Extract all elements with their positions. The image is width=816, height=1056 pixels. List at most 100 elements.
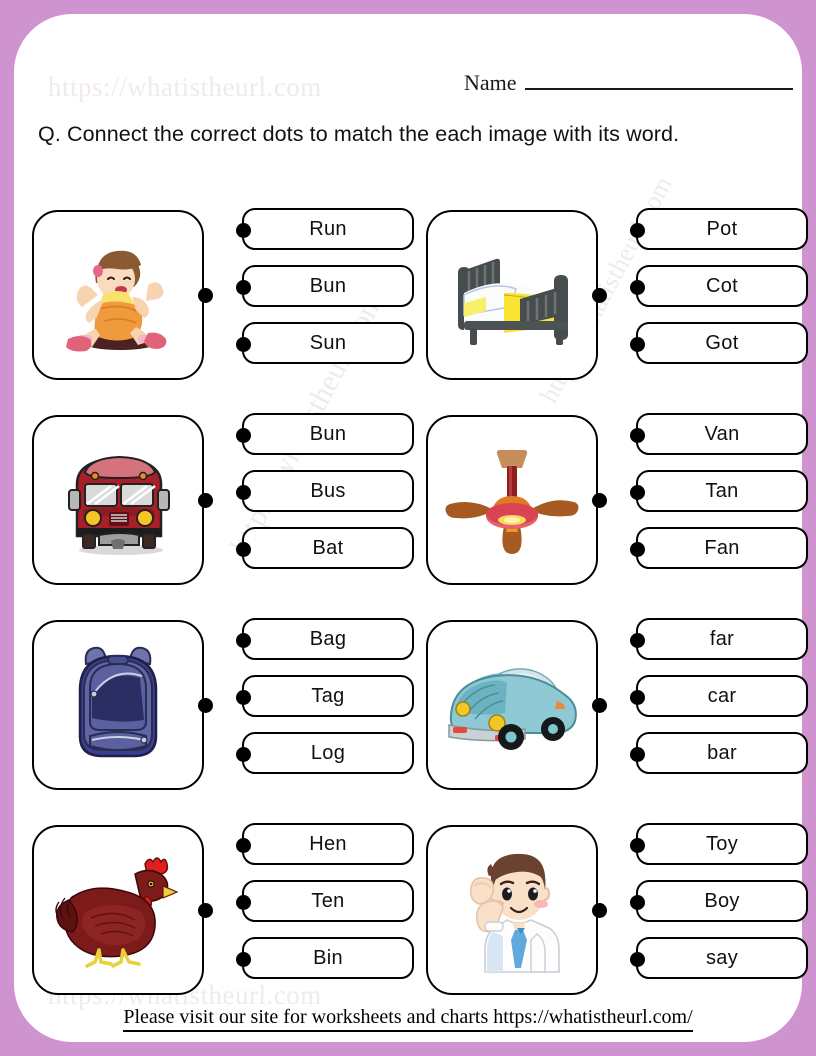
picture-card-girl-running[interactable] (32, 210, 204, 380)
instruction-text: Q. Connect the correct dots to match the… (38, 122, 680, 146)
word-options: Bun Bus Bat (236, 413, 418, 584)
connect-dot-word[interactable] (236, 690, 251, 705)
word-option[interactable]: Van (630, 413, 808, 455)
question-item: Van Tan Fan (426, 413, 816, 595)
connect-dot-word[interactable] (630, 690, 645, 705)
worksheet-header: Name (14, 64, 802, 116)
connect-dot-word[interactable] (236, 747, 251, 762)
word-label: Boy (704, 889, 740, 912)
connect-dot-word[interactable] (236, 223, 251, 238)
question-row: Run Bun Sun Pot Cot Got (14, 208, 808, 415)
connect-dot-word[interactable] (236, 337, 251, 352)
picture-card-bus[interactable] (32, 415, 204, 585)
word-label: Fan (704, 536, 740, 559)
word-option[interactable]: Bun (236, 413, 414, 455)
question-row: Bun Bus Bat Van Tan Fan (14, 413, 808, 620)
word-option[interactable]: Bun (236, 265, 414, 307)
picture-card-ceiling-fan[interactable] (426, 415, 598, 585)
word-option[interactable]: Got (630, 322, 808, 364)
name-field-group: Name (464, 70, 793, 96)
girl-running-illustration (66, 250, 167, 352)
name-input-line[interactable] (524, 73, 793, 90)
connect-dot-word[interactable] (630, 747, 645, 762)
question-row: Hen Ten Bin Toy Boy say (14, 823, 808, 1030)
picture-card-boy[interactable] (426, 825, 598, 995)
word-option[interactable]: car (630, 675, 808, 717)
boy-illustration (469, 853, 560, 973)
connect-dot-image[interactable] (198, 288, 213, 303)
footer-link-text[interactable]: Please visit our site for worksheets and… (123, 1006, 693, 1032)
word-option[interactable]: Ten (236, 880, 414, 922)
word-label: Log (310, 741, 346, 764)
word-label: Bus (310, 479, 346, 502)
word-option[interactable]: Boy (630, 880, 808, 922)
connect-dot-word[interactable] (630, 223, 645, 238)
connect-dot-word[interactable] (630, 485, 645, 500)
word-label: Toy (705, 832, 739, 855)
word-label: Sun (309, 331, 347, 354)
connect-dot-word[interactable] (630, 633, 645, 648)
word-option[interactable]: Toy (630, 823, 808, 865)
picture-card-bed[interactable] (426, 210, 598, 380)
connect-dot-word[interactable] (630, 428, 645, 443)
word-options: Run Bun Sun (236, 208, 418, 379)
word-options: Toy Boy say (630, 823, 812, 994)
word-option[interactable]: Cot (630, 265, 808, 307)
word-option[interactable]: Run (236, 208, 414, 250)
connect-dot-word[interactable] (236, 280, 251, 295)
word-option[interactable]: Bag (236, 618, 414, 660)
worksheet-sheet: https://whatistheurl.com https://whatist… (14, 14, 808, 1042)
connect-dot-image[interactable] (592, 903, 607, 918)
word-option[interactable]: Hen (236, 823, 414, 865)
question-item: Bun Bus Bat (32, 413, 422, 595)
word-option[interactable]: Bus (236, 470, 414, 512)
connect-dot-image[interactable] (592, 288, 607, 303)
word-label: Pot (706, 217, 738, 240)
word-label: Bat (312, 536, 344, 559)
word-option[interactable]: Pot (630, 208, 808, 250)
word-option[interactable]: Sun (236, 322, 414, 364)
picture-card-hen[interactable] (32, 825, 204, 995)
connect-dot-word[interactable] (236, 895, 251, 910)
question-item: Bag Tag Log (32, 618, 422, 800)
connect-dot-word[interactable] (236, 838, 251, 853)
picture-card-backpack[interactable] (32, 620, 204, 790)
word-label: Bin (313, 946, 343, 969)
connect-dot-word[interactable] (630, 337, 645, 352)
connect-dot-word[interactable] (236, 542, 251, 557)
word-option[interactable]: say (630, 937, 808, 979)
question-item: Run Bun Sun (32, 208, 422, 390)
word-option[interactable]: Fan (630, 527, 808, 569)
car-illustration (448, 668, 577, 750)
word-label: Got (705, 331, 739, 354)
bed-illustration (458, 258, 568, 345)
connect-dot-word[interactable] (236, 952, 251, 967)
word-option[interactable]: Tag (236, 675, 414, 717)
bus-illustration (68, 455, 170, 555)
connect-dot-word[interactable] (630, 952, 645, 967)
connect-dot-word[interactable] (630, 280, 645, 295)
connect-dot-word[interactable] (630, 542, 645, 557)
word-label: far (709, 627, 735, 650)
connect-dot-word[interactable] (630, 895, 645, 910)
word-option[interactable]: Bin (236, 937, 414, 979)
connect-dot-image[interactable] (198, 903, 213, 918)
word-option[interactable]: Bat (236, 527, 414, 569)
connect-dot-word[interactable] (236, 633, 251, 648)
connect-dot-image[interactable] (592, 698, 607, 713)
connect-dot-image[interactable] (198, 493, 213, 508)
question-item: Pot Cot Got (426, 208, 816, 390)
connect-dot-word[interactable] (236, 485, 251, 500)
connect-dot-word[interactable] (236, 428, 251, 443)
word-options: Bag Tag Log (236, 618, 418, 789)
picture-card-car[interactable] (426, 620, 598, 790)
connect-dot-word[interactable] (630, 838, 645, 853)
connect-dot-image[interactable] (592, 493, 607, 508)
word-label: Tan (705, 479, 739, 502)
word-option[interactable]: bar (630, 732, 808, 774)
connect-dot-image[interactable] (198, 698, 213, 713)
word-option[interactable]: Log (236, 732, 414, 774)
worksheet-page: https://whatistheurl.com https://whatist… (0, 0, 816, 1056)
word-option[interactable]: far (630, 618, 808, 660)
word-option[interactable]: Tan (630, 470, 808, 512)
